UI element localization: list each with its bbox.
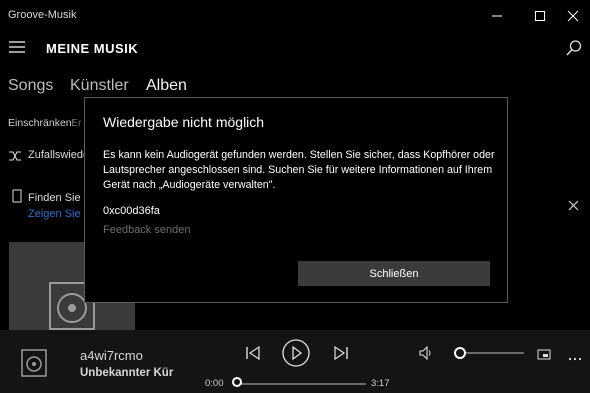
tab-artists[interactable]: Künstler	[70, 77, 129, 95]
previous-button[interactable]	[245, 345, 261, 366]
progress-track[interactable]	[238, 383, 366, 385]
search-button[interactable]	[565, 39, 583, 57]
time-current: 0:00	[205, 378, 224, 389]
time-total: 3:17	[371, 378, 390, 389]
volume-icon	[419, 345, 431, 361]
hamburger-icon	[9, 41, 25, 53]
maximize-icon	[535, 11, 545, 21]
more-icon	[568, 357, 582, 361]
minimize-icon	[492, 15, 502, 17]
banner-link[interactable]: Zeigen Sie u	[28, 208, 90, 220]
close-window-button[interactable]	[556, 0, 590, 32]
volume-thumb[interactable]	[454, 347, 466, 359]
album-art-icon	[21, 349, 47, 377]
play-button[interactable]	[282, 339, 310, 372]
hamburger-button[interactable]	[8, 40, 28, 56]
play-icon	[282, 339, 310, 367]
error-code: 0xc00d36fa	[103, 205, 160, 217]
dialog-message: Es kann kein Audiogerät gefunden werden.…	[103, 149, 495, 191]
miniplayer-icon	[537, 349, 551, 360]
volume-slider[interactable]	[460, 352, 524, 354]
shuffle-icon	[8, 149, 22, 167]
maximize-button[interactable]	[523, 0, 557, 32]
track-title[interactable]: a4wi7rcmo	[80, 348, 143, 363]
now-playing-art[interactable]	[21, 349, 47, 382]
previous-icon	[246, 345, 260, 361]
tab-songs[interactable]: Songs	[8, 77, 53, 95]
feedback-link[interactable]: Feedback senden	[103, 224, 190, 236]
dismiss-icon	[568, 200, 579, 211]
filter-dropdown[interactable]: Er	[71, 117, 82, 129]
search-icon	[566, 40, 582, 56]
close-dialog-button[interactable]: Schließen	[298, 261, 490, 286]
more-button[interactable]	[568, 349, 582, 367]
close-icon	[567, 10, 579, 22]
page-title: MEINE MUSIK	[46, 41, 139, 56]
next-button[interactable]	[333, 345, 349, 366]
app-title: Groove-Musik	[8, 9, 77, 21]
tab-albums[interactable]: Alben	[146, 77, 187, 95]
filter-label: Einschränken:	[8, 117, 75, 129]
volume-button[interactable]	[419, 345, 433, 365]
minimize-button[interactable]	[480, 0, 514, 32]
device-icon	[12, 189, 22, 208]
progress-thumb[interactable]	[232, 377, 242, 387]
dialog-title: Wiedergabe nicht möglich	[103, 114, 265, 130]
banner-text: Finden Sie n	[28, 192, 90, 204]
dismiss-banner-button[interactable]	[568, 198, 579, 216]
miniplayer-button[interactable]	[537, 347, 551, 365]
track-artist[interactable]: Unbekannter Kür	[80, 367, 173, 379]
shuffle-all-button[interactable]: Zufallswiede	[28, 149, 89, 161]
next-icon	[334, 345, 348, 361]
